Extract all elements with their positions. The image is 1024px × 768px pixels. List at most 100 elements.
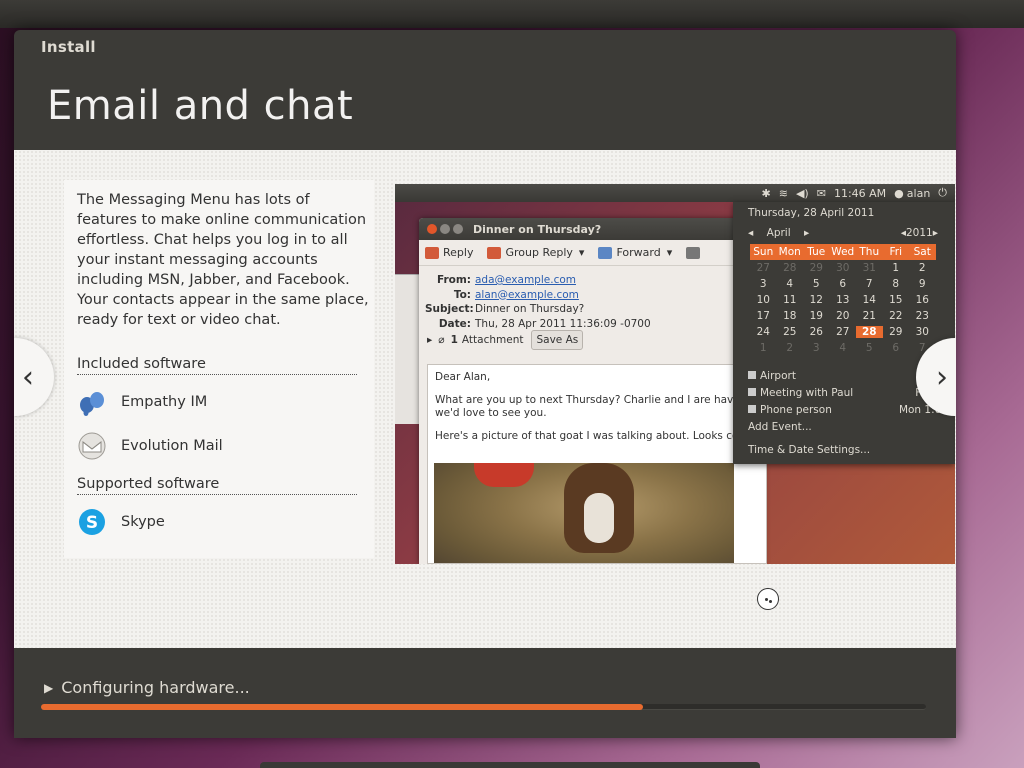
prev-month-icon: ◂ (748, 227, 754, 239)
desktop-top-panel (0, 0, 1024, 28)
mail-icon: ✉ (816, 186, 826, 200)
supported-software-heading: Supported software (77, 476, 357, 495)
minimize-icon (440, 224, 450, 234)
calendar-week-row: 24 25 26 27 28 29 30 (750, 324, 936, 340)
calendar-nav: ◂ April ▸ ◂2011▸ (748, 227, 938, 239)
mouse-cursor-busy-icon (757, 588, 779, 610)
forward-icon (598, 246, 613, 259)
calendar-day: 24 (756, 326, 770, 338)
calendar-weekday: Thu (859, 246, 880, 258)
calendar-day: 4 (786, 278, 794, 290)
calendar-day: 28 (783, 262, 797, 274)
reply-icon (425, 246, 439, 259)
calendar-menu: Thursday, 28 April 2011 ◂ April ▸ ◂2011▸… (733, 202, 955, 464)
software-name: Evolution Mail (121, 438, 223, 454)
calendar-day: 30 (836, 262, 850, 274)
status-text: Configuring hardware... (61, 678, 250, 697)
previous-slide-button[interactable]: ‹ (14, 338, 54, 416)
calendar-day: 21 (862, 310, 876, 322)
save-as-button: Save As (531, 330, 584, 350)
screenshot-mail-window: Dinner on Thursday? Reply Group Reply ▾ F… (419, 218, 767, 564)
paperclip-icon: ⌀ (438, 334, 445, 346)
install-progress-fill (41, 704, 643, 710)
print-icon (686, 246, 704, 259)
to-address: alan@example.com (475, 288, 579, 301)
attachment-label: Attachment (461, 334, 524, 346)
slideshow-area: The Messaging Menu has lots of features … (14, 150, 956, 648)
mail-body: Dear Alan, What are you up to next Thurs… (427, 364, 767, 564)
calendar-day: 14 (862, 294, 876, 306)
goat-photo (434, 463, 734, 563)
calendar-date-line: Thursday, 28 April 2011 (748, 207, 875, 219)
calendar-day: 6 (839, 278, 847, 290)
calendar-day: 5 (812, 278, 820, 290)
calendar-day: 19 (809, 310, 823, 322)
window-title: Install (41, 38, 96, 56)
calendar-day: 12 (809, 294, 823, 306)
calendar-weekday: Sat (913, 246, 931, 258)
chevron-right-icon: › (936, 359, 948, 395)
mail-subject: Dinner on Thursday? (475, 303, 585, 315)
calendar-day: 29 (809, 262, 823, 274)
forward-button: Forward ▾ (598, 246, 672, 259)
included-software-heading: Included software (77, 356, 357, 375)
power-icon: ⏻ (938, 186, 947, 199)
calendar-day: 17 (756, 310, 770, 322)
calendar-week-row: 10 11 12 13 14 15 16 (750, 292, 936, 308)
bluetooth-icon: ✱ (761, 186, 771, 200)
software-item-evolution: Evolution Mail (77, 430, 223, 462)
calendar-day: 31 (862, 262, 876, 274)
attachment-bar: ▸ ⌀ 1 Attachment Save As (427, 330, 584, 350)
clock-text: 11:46 AM (833, 186, 887, 200)
expand-triangle-icon[interactable]: ▶ (44, 681, 53, 695)
maximize-icon (453, 224, 463, 234)
calendar-day: 6 (892, 342, 900, 354)
mail-titlebar: Dinner on Thursday? (419, 218, 764, 240)
slide-description: The Messaging Menu has lots of features … (77, 192, 369, 328)
slide-title: Email and chat (47, 83, 354, 129)
calendar-weekday: Tue (807, 246, 826, 258)
calendar-week-row: 3 4 5 6 7 8 9 (750, 276, 936, 292)
calendar-year: 2011 (905, 227, 933, 239)
calendar-day: 30 (915, 326, 929, 338)
calendar-week-row: 17 18 19 20 21 22 23 (750, 308, 936, 324)
attachment-count: 1 (450, 334, 458, 346)
next-year-icon: ▸ (932, 227, 938, 239)
calendar-day: 29 (889, 326, 903, 338)
calendar-event: Phone person Mon 1:00 (748, 404, 948, 416)
calendar-day: 3 (812, 342, 820, 354)
volume-icon: ◀) (795, 186, 809, 200)
calendar-day: 3 (759, 278, 767, 290)
calendar-weekday: Fri (889, 246, 902, 258)
calendar-day: 10 (756, 294, 770, 306)
mail-date: Thu, 28 Apr 2011 11:36:09 -0700 (475, 317, 651, 330)
install-progress-bar (41, 704, 926, 710)
user-name: alan (906, 186, 931, 200)
add-event-item: Add Event... (748, 421, 812, 433)
calendar-day: 22 (889, 310, 903, 322)
calendar-day: 25 (783, 326, 797, 338)
svg-text:S: S (86, 513, 98, 533)
calendar-day: 8 (892, 278, 900, 290)
from-address: ada@example.com (475, 274, 576, 286)
calendar-day: 20 (836, 310, 850, 322)
software-item-empathy: Empathy IM (77, 386, 207, 418)
calendar-day: 16 (915, 294, 929, 306)
mail-headers: From: ada@example.com To: alan@example.com… (425, 274, 651, 330)
calendar-week-row: 1234567 (750, 340, 936, 356)
calendar-grid: Sun Mon Tue Wed Thu Fri Sat 27 28 29 30 31 1 2 3 4 5 6 7 8 9… (750, 244, 936, 356)
install-status[interactable]: ▶ Configuring hardware... (44, 678, 250, 697)
group-reply-button: Group Reply ▾ (487, 246, 584, 259)
calendar-day: 15 (889, 294, 903, 306)
software-name: Empathy IM (121, 394, 208, 410)
next-month-icon: ▸ (804, 227, 810, 239)
evolution-mail-icon (77, 431, 107, 461)
calendar-day: 4 (839, 342, 847, 354)
time-date-settings-item: Time & Date Settings... (748, 444, 871, 456)
calendar-day: 11 (783, 294, 797, 306)
calendar-weekday: Wed (831, 246, 855, 258)
chevron-left-icon: ‹ (22, 359, 34, 395)
mail-window-title: Dinner on Thursday? (473, 222, 602, 236)
calendar-month: April (766, 227, 791, 239)
group-reply-icon (487, 246, 502, 259)
